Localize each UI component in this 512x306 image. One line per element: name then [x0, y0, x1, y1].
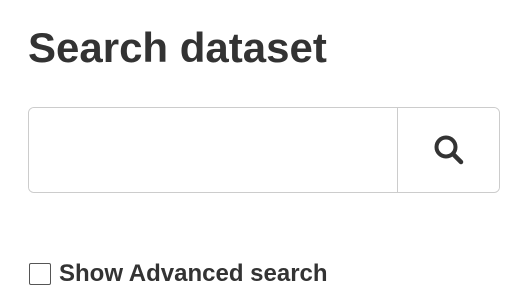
search-group: [28, 107, 500, 193]
page-title: Search dataset: [28, 24, 327, 71]
search-input[interactable]: [29, 108, 397, 192]
advanced-search-toggle[interactable]: Show Advanced search: [29, 260, 328, 288]
advanced-search-label[interactable]: Show Advanced search: [59, 260, 328, 288]
search-button[interactable]: [397, 108, 499, 192]
search-icon: [434, 135, 463, 165]
advanced-search-checkbox[interactable]: [29, 263, 51, 285]
